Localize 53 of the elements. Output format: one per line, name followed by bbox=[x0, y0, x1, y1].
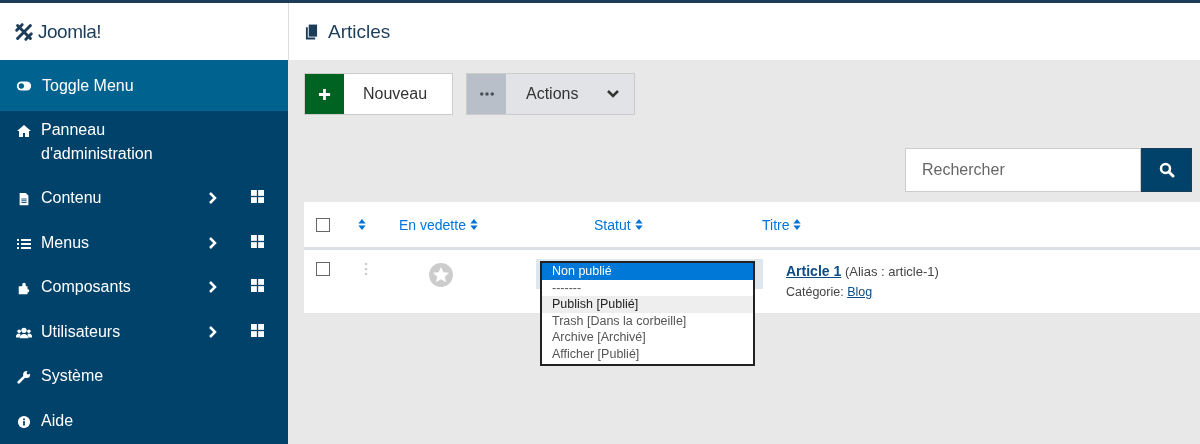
page-title: Articles bbox=[328, 20, 391, 43]
puzzle-icon bbox=[16, 281, 32, 295]
sort-icon[interactable] bbox=[358, 219, 366, 230]
search-field[interactable]: Rechercher bbox=[905, 148, 1141, 192]
sidebar-item[interactable]: Menus bbox=[41, 230, 181, 255]
category-link[interactable]: Blog bbox=[847, 285, 873, 299]
dropdown-option[interactable]: Trash [Dans la corbeille] bbox=[542, 312, 753, 329]
list-icon bbox=[16, 236, 32, 251]
plus-icon bbox=[318, 87, 331, 101]
sidebar-item[interactable]: Système bbox=[41, 364, 181, 388]
row-checkbox[interactable] bbox=[316, 262, 330, 276]
category-label: Catégorie: bbox=[786, 285, 844, 299]
chevron-down-icon bbox=[606, 89, 620, 99]
dropdown-option[interactable]: Afficher [Publié] bbox=[542, 345, 753, 362]
article-alias: (Alias : article-1) bbox=[844, 264, 939, 279]
chevron-right-icon[interactable] bbox=[208, 191, 218, 205]
brand-name: Joomla! bbox=[38, 20, 102, 43]
dropdown-option[interactable]: Non publié bbox=[542, 263, 753, 280]
wrench-icon bbox=[16, 370, 32, 384]
search-button[interactable] bbox=[1141, 148, 1192, 192]
actions-button[interactable]: Actions bbox=[466, 73, 635, 115]
dashboard-grid-icon[interactable] bbox=[251, 323, 264, 337]
chevron-right-icon[interactable] bbox=[208, 235, 218, 250]
column-header[interactable]: En vedette bbox=[399, 216, 594, 233]
chevron-right-icon[interactable] bbox=[208, 280, 218, 294]
new-button[interactable]: Nouveau bbox=[304, 73, 453, 115]
toggle-menu-button[interactable]: Toggle Menu bbox=[0, 60, 288, 111]
sidebar-item[interactable]: Contenu bbox=[41, 186, 181, 210]
dashboard-grid-icon[interactable] bbox=[251, 190, 264, 203]
more-icon bbox=[479, 92, 494, 96]
sort-icon bbox=[634, 219, 643, 230]
dashboard-grid-icon[interactable] bbox=[251, 234, 264, 248]
dropdown-option[interactable]: Archive [Archivé] bbox=[542, 329, 753, 346]
chevron-right-icon[interactable] bbox=[208, 324, 218, 339]
article-link[interactable]: Article 1 bbox=[786, 263, 842, 279]
column-header[interactable]: Statut bbox=[594, 216, 762, 233]
sidebar-item[interactable]: Panneau d'administration bbox=[41, 118, 181, 166]
users-icon bbox=[16, 325, 32, 340]
sidebar-item[interactable]: Aide bbox=[41, 408, 181, 433]
drag-handle-icon[interactable] bbox=[364, 262, 368, 276]
sort-icon bbox=[469, 219, 478, 230]
info-icon bbox=[16, 414, 32, 429]
copy-icon bbox=[305, 23, 318, 40]
search-icon bbox=[1158, 162, 1175, 178]
sort-icon bbox=[793, 219, 802, 230]
dropdown-option[interactable]: ------- bbox=[542, 279, 753, 296]
dashboard-grid-icon[interactable] bbox=[251, 279, 264, 292]
dropdown-option[interactable]: Publish [Publié] bbox=[542, 296, 753, 313]
sidebar-item[interactable]: Composants bbox=[41, 275, 181, 299]
column-header[interactable]: Titre bbox=[762, 216, 802, 233]
sidebar-item[interactable]: Utilisateurs bbox=[41, 319, 181, 344]
select-all-checkbox[interactable] bbox=[316, 217, 330, 232]
home-icon bbox=[16, 124, 32, 138]
